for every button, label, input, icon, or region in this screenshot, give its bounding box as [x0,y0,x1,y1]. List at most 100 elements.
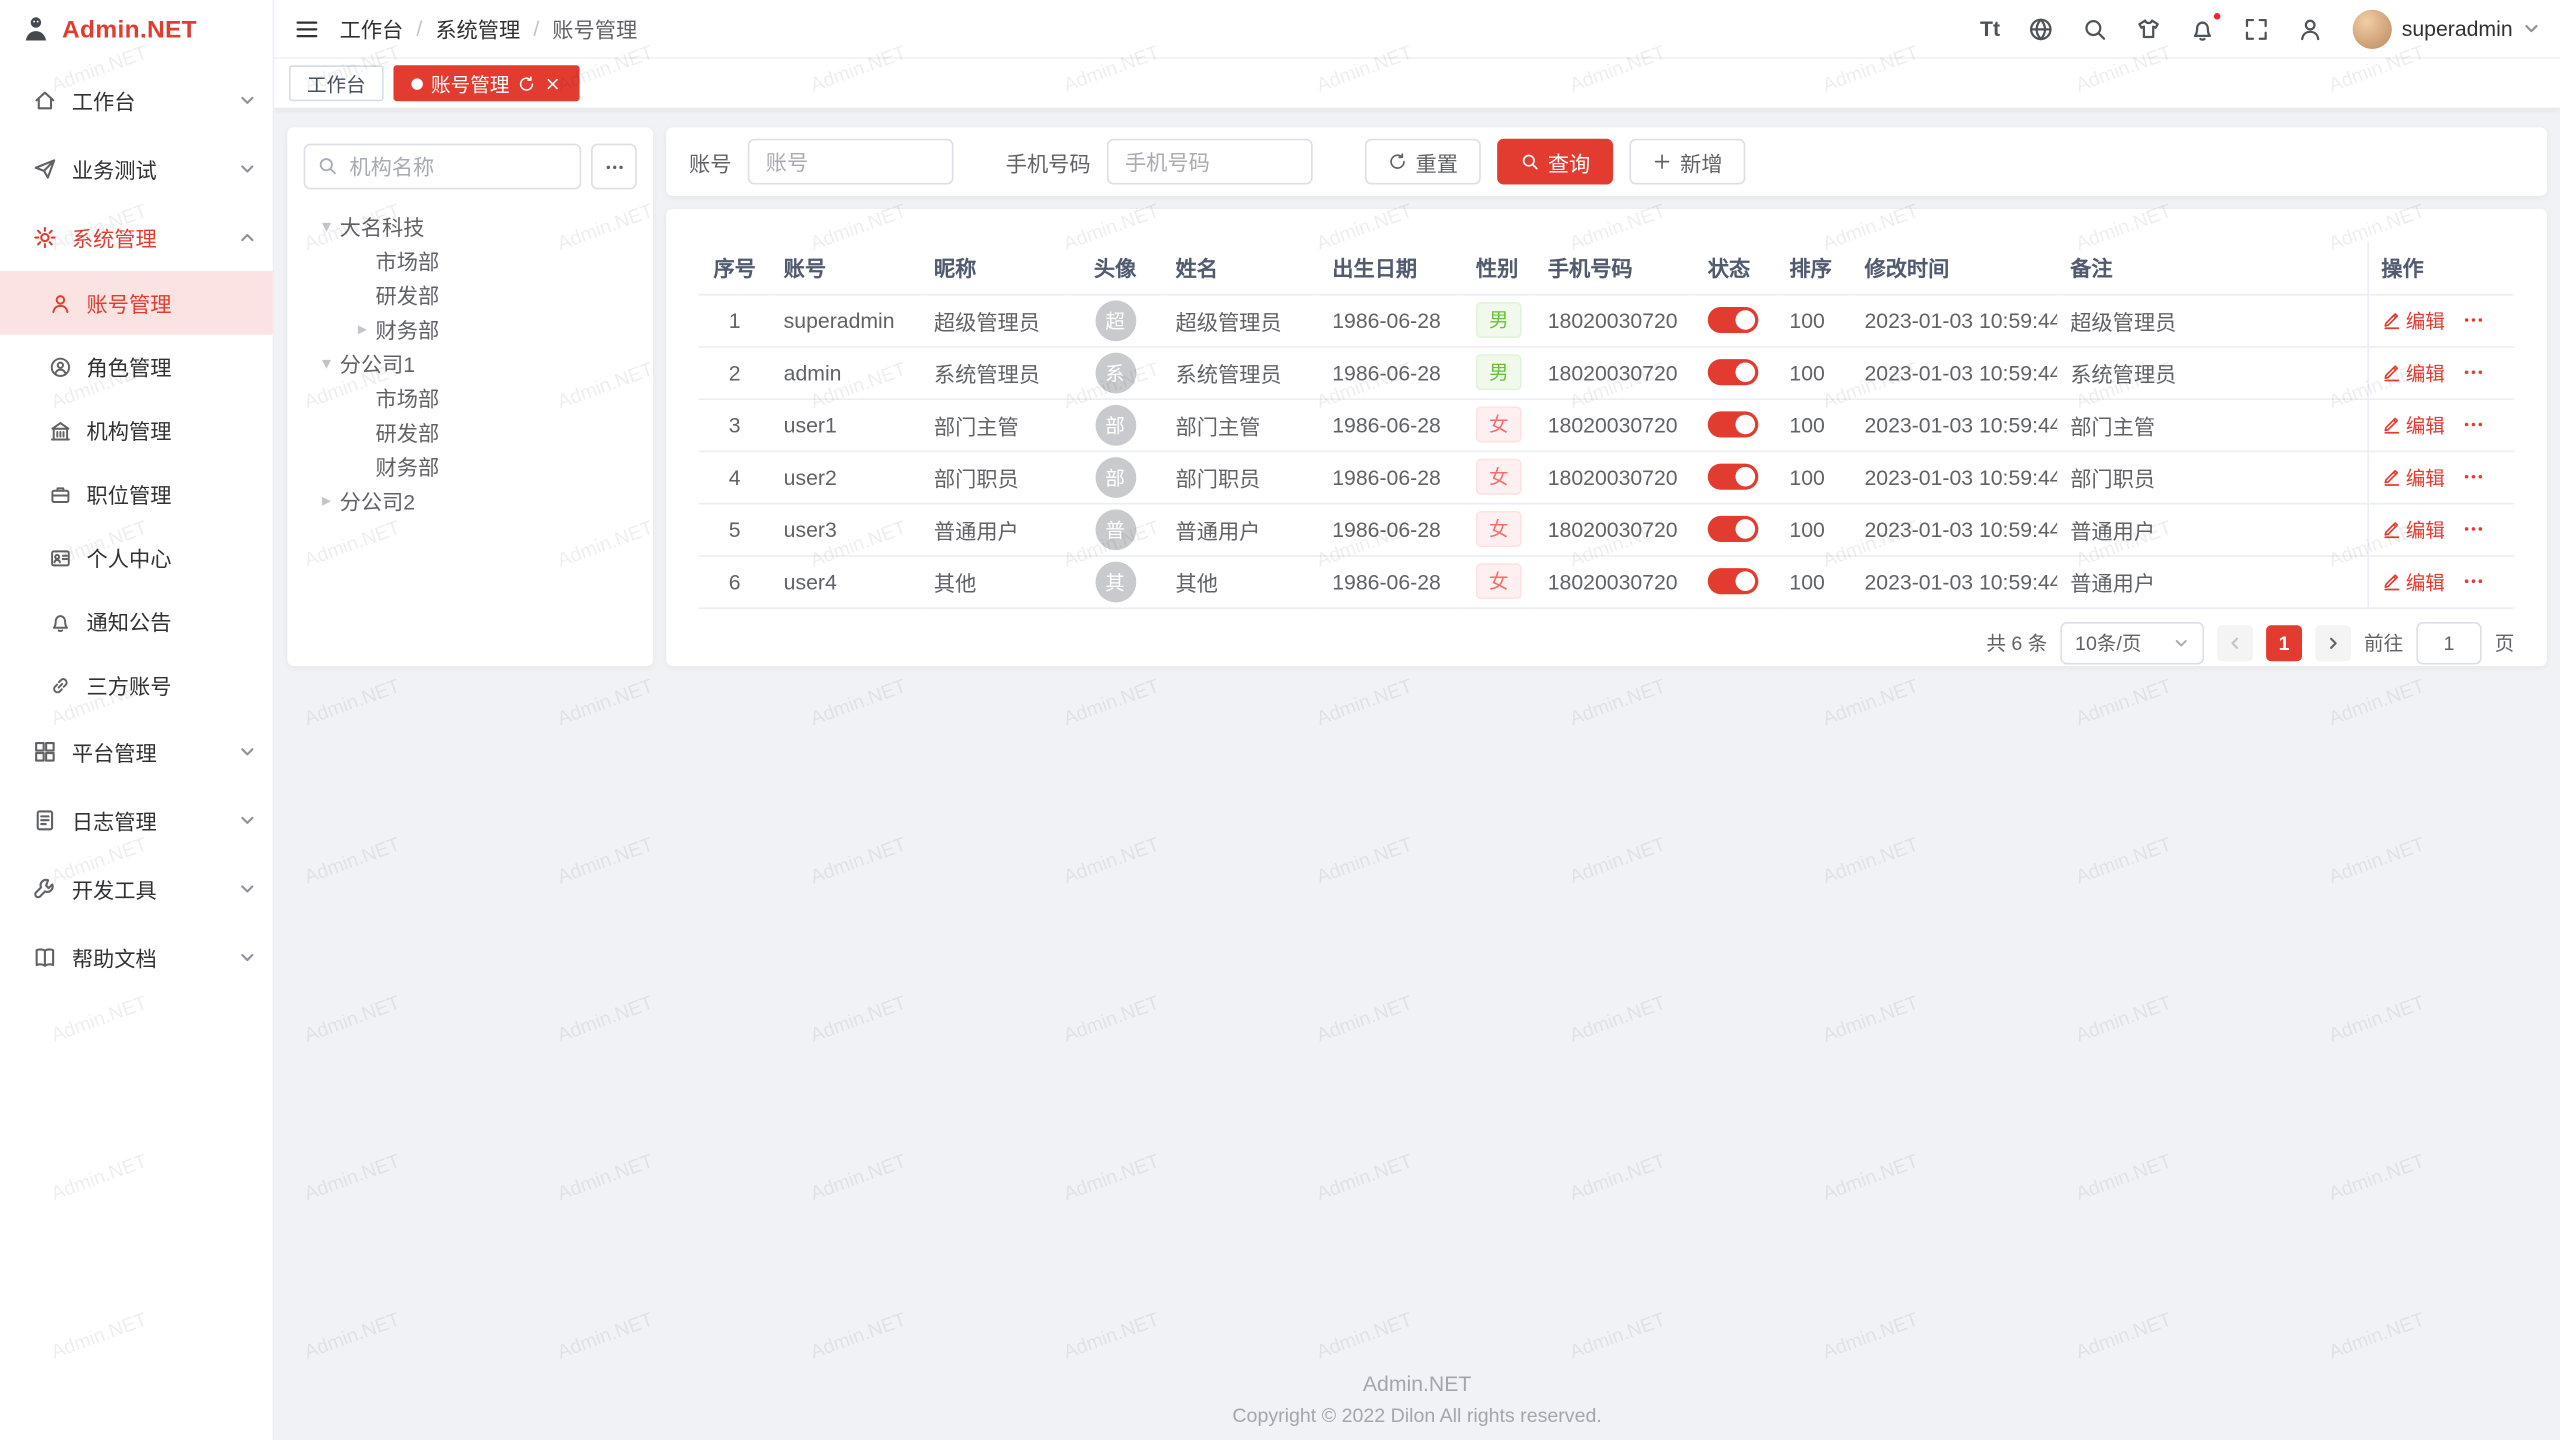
user-icon[interactable] [2297,16,2323,42]
sidebar-item-account-mgmt[interactable]: 账号管理 [0,271,273,335]
hamburger-menu-icon[interactable] [294,16,320,42]
edit-button[interactable]: 编辑 [2381,411,2445,439]
more-actions-button[interactable] [2461,309,2484,332]
column-header: 性别 [1463,242,1535,294]
tree-node[interactable]: 市场部 [304,380,637,414]
sidebar-item-dev-tools[interactable]: 开发工具 [0,854,273,923]
more-actions-button[interactable] [2461,518,2484,541]
more-actions-button[interactable] [2461,570,2484,593]
tab-1[interactable]: 账号管理 [393,65,579,101]
search-icon[interactable] [2082,16,2108,42]
breadcrumb-item[interactable]: 工作台 [340,13,404,44]
sidebar-item-platform-mgmt[interactable]: 平台管理 [0,717,273,786]
cell-gender: 女 [1463,555,1535,607]
tree-node[interactable]: ▸分公司2 [304,483,637,517]
org-panel: ▾大名科技市场部研发部▸财务部▾分公司1市场部研发部财务部▸分公司2 [287,127,653,666]
cell-phone: 18020030720 [1535,398,1695,450]
prev-page-button[interactable] [2217,624,2253,660]
refresh-icon[interactable] [518,74,536,92]
org-search-input[interactable] [304,144,582,190]
tree-node[interactable]: ▸财务部 [304,312,637,346]
cell-name: 部门主管 [1162,398,1319,450]
table-row: 4user2部门职员部部门职员1986-06-28女18020030720100… [699,451,2515,503]
tree-node[interactable]: 研发部 [304,278,637,312]
status-toggle[interactable] [1708,516,1759,542]
goto-page-input[interactable] [2416,621,2481,663]
phone-filter-input[interactable] [1107,139,1313,185]
column-header: 出生日期 [1319,242,1463,294]
cell-avatar: 部 [1068,398,1163,450]
reset-button[interactable]: 重置 [1365,139,1481,185]
chevron-down-icon [238,159,256,177]
font-size-icon[interactable]: Tt [1980,16,2000,42]
cell-gender: 女 [1463,451,1535,503]
tab-0[interactable]: 工作台 [289,65,384,101]
breadcrumb-item[interactable]: 系统管理 [435,13,520,44]
caret-right-icon[interactable]: ▸ [349,318,375,339]
table-body: 1superadmin超级管理员超超级管理员1986-06-28男1802003… [699,294,2515,607]
tree-node[interactable]: ▾分公司1 [304,346,637,380]
caret-down-icon[interactable]: ▾ [313,353,339,374]
user-menu[interactable]: superadmin [2353,9,2541,48]
sidebar-item-role-mgmt[interactable]: 角色管理 [0,335,273,399]
role-icon [49,355,72,378]
more-actions-button[interactable] [2461,361,2484,384]
status-toggle[interactable] [1708,360,1759,386]
fullscreen-icon[interactable] [2243,16,2269,42]
cell-nickname: 系统管理员 [921,346,1068,398]
edit-button[interactable]: 编辑 [2381,463,2445,491]
user-avatar [2353,9,2392,48]
status-toggle[interactable] [1708,412,1759,438]
doc-icon [33,944,57,968]
caret-right-icon[interactable]: ▸ [313,490,339,511]
more-actions-button[interactable] [2461,465,2484,488]
org-panel-header [304,144,637,190]
cell-modified: 2023-01-03 10:59:44 [1851,346,2057,398]
edit-button[interactable]: 编辑 [2381,358,2445,386]
page-1-button[interactable]: 1 [2266,624,2302,660]
add-button[interactable]: 新增 [1629,139,1745,185]
edit-button[interactable]: 编辑 [2381,306,2445,334]
tree-node[interactable]: ▾大名科技 [304,209,637,243]
org-more-button[interactable] [591,144,637,190]
footer-copyright: Copyright © 2022 Dilon All rights reserv… [274,1404,2560,1427]
more-actions-button[interactable] [2461,413,2484,436]
tree-node[interactable]: 研发部 [304,415,637,449]
status-toggle[interactable] [1708,307,1759,333]
page-size-select[interactable]: 10条/页 [2060,621,2204,663]
cell-actions: 编辑 [2367,294,2514,346]
status-toggle[interactable] [1708,569,1759,595]
sidebar-item-position-mgmt[interactable]: 职位管理 [0,462,273,526]
logo[interactable]: Admin.NET [0,0,273,59]
theme-icon[interactable] [2136,16,2162,42]
language-icon[interactable] [2028,16,2054,42]
sidebar-item-help-docs[interactable]: 帮助文档 [0,922,273,991]
sidebar-item-system-mgmt[interactable]: 系统管理 [0,202,273,271]
cell-index: 2 [699,346,771,398]
table-head-row: 序号账号昵称头像姓名出生日期性别手机号码状态排序修改时间备注操作 [699,242,2515,294]
avatar: 系 [1095,352,1136,393]
log-icon [33,807,57,831]
next-page-button[interactable] [2315,624,2351,660]
status-toggle[interactable] [1708,464,1759,490]
sidebar-item-notice-announcement[interactable]: 通知公告 [0,589,273,653]
tree-node[interactable]: 财务部 [304,449,637,483]
edit-button[interactable]: 编辑 [2381,567,2445,595]
caret-down-icon[interactable]: ▾ [313,216,339,237]
close-icon[interactable] [544,74,562,92]
column-header: 修改时间 [1851,242,2057,294]
gender-badge: 女 [1476,459,1522,495]
sidebar-item-personal-center[interactable]: 个人中心 [0,526,273,590]
edit-button[interactable]: 编辑 [2381,515,2445,543]
tree-node[interactable]: 市场部 [304,243,637,277]
notification-icon[interactable] [2189,16,2215,42]
sidebar-item-third-party-account[interactable]: 三方账号 [0,653,273,717]
search-button[interactable]: 查询 [1497,139,1613,185]
account-filter-input[interactable] [748,139,954,185]
edit-label: 编辑 [2406,463,2445,491]
content: ▾大名科技市场部研发部▸财务部▾分公司1市场部研发部财务部▸分公司2 账号 手机… [274,109,2560,1440]
sidebar-item-org-mgmt[interactable]: 机构管理 [0,398,273,462]
sidebar-item-log-mgmt[interactable]: 日志管理 [0,785,273,854]
sidebar-item-workbench[interactable]: 工作台 [0,65,273,134]
sidebar-item-business-test[interactable]: 业务测试 [0,134,273,203]
